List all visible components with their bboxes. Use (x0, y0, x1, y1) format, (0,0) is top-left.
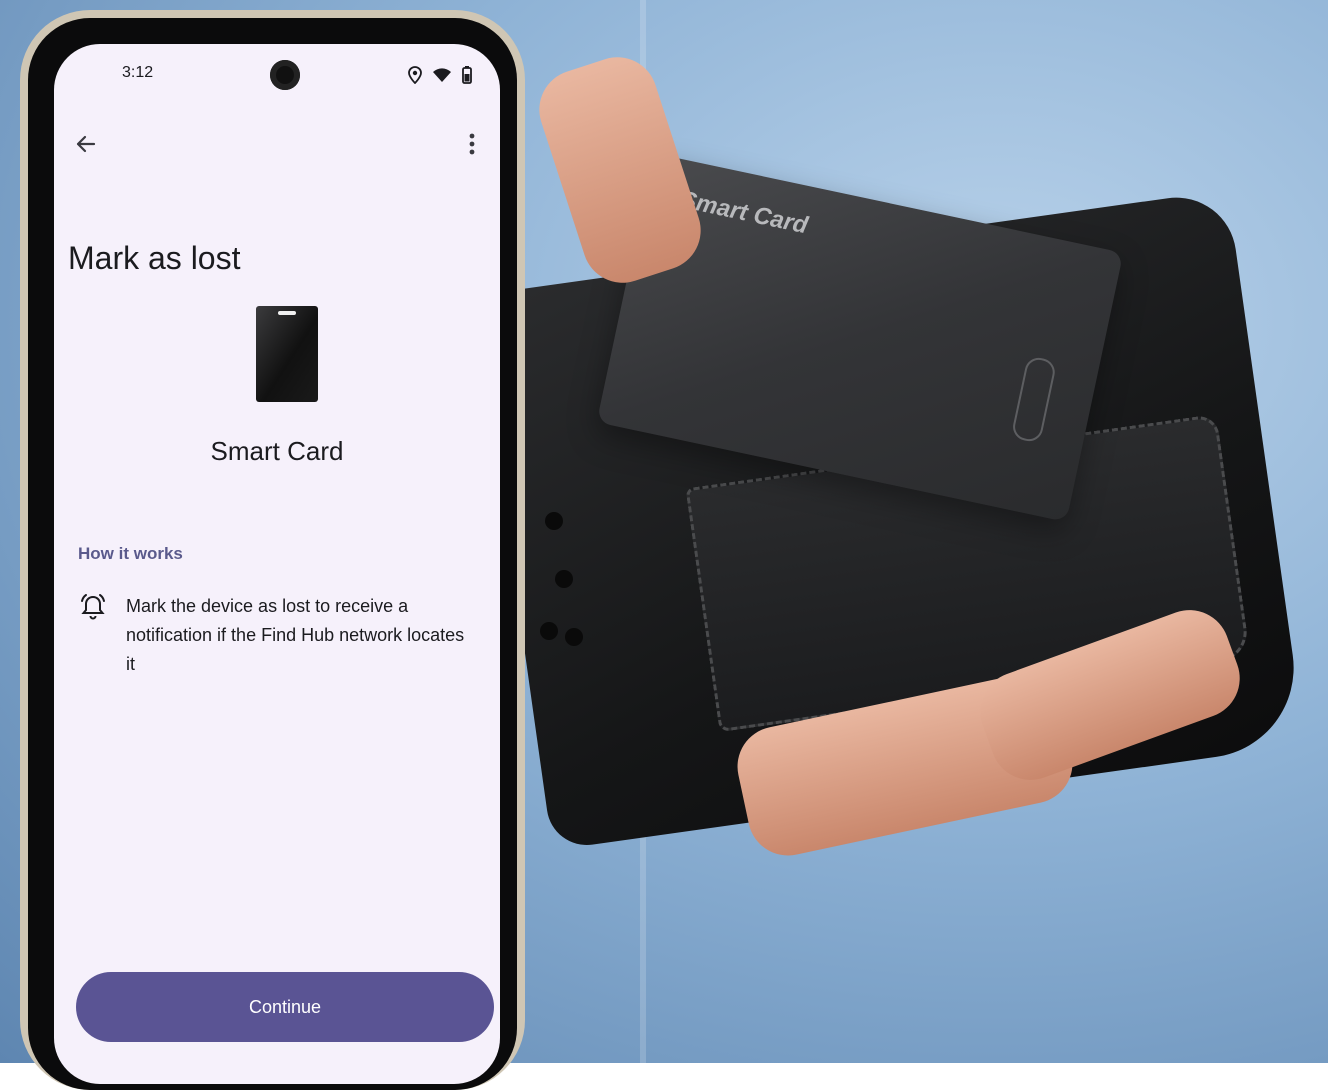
wallet-hole (555, 570, 573, 588)
card-keyring-slot (1010, 355, 1058, 444)
phone-frame: 3:12 Mark as lost Smart Card How it work… (20, 10, 525, 1090)
section-label: How it works (78, 544, 183, 563)
phone-bezel: 3:12 Mark as lost Smart Card How it work… (28, 18, 517, 1090)
smart-card-device-icon (256, 306, 318, 402)
wallet-hole (545, 512, 563, 530)
wifi-icon (432, 67, 452, 83)
location-icon (408, 66, 422, 84)
top-app-bar (54, 116, 500, 172)
alarm-bell-icon (78, 592, 108, 622)
more-vert-icon[interactable] (456, 128, 488, 160)
status-time: 3:12 (122, 64, 154, 81)
battery-icon (462, 66, 472, 84)
front-camera (270, 60, 300, 90)
status-bar: 3:12 (54, 56, 500, 92)
wallet-hole (540, 622, 558, 640)
continue-button[interactable]: Continue (76, 972, 494, 1042)
device-name: Smart Card (210, 436, 344, 466)
phone-screen: 3:12 Mark as lost Smart Card How it work… (54, 44, 500, 1084)
arrow-back-icon[interactable] (70, 128, 102, 160)
wallet-hole (565, 628, 583, 646)
info-text: Mark the device as lost to receive a not… (126, 596, 465, 674)
page-title: Mark as lost (68, 240, 241, 276)
status-icons (408, 66, 472, 84)
